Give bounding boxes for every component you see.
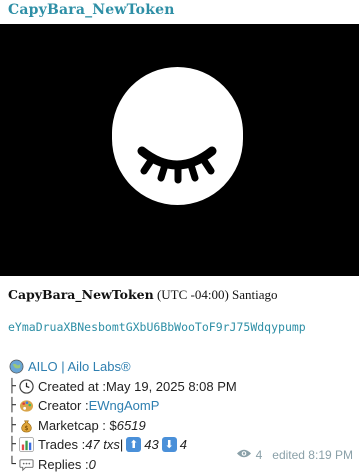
sleeping-face-logo — [112, 67, 243, 205]
view-count: 4 — [256, 448, 263, 462]
tree-branch: ├ — [8, 379, 18, 394]
trades-count: 47 txs — [85, 437, 120, 452]
post-heading: CapyBara_NewToken (UTC -04:00) Santiago — [8, 287, 278, 303]
palette-icon — [18, 398, 34, 414]
creator-label: Creator : — [38, 398, 89, 413]
token-address[interactable]: eYmaDruaXBNesbomtGXbU6BbWooToF9rJ75Wdqyp… — [8, 320, 306, 334]
edited-time: edited 8:19 PM — [272, 448, 353, 462]
replies-line: └ Replies : 0 — [8, 455, 237, 474]
speech-bubble-icon — [18, 456, 34, 472]
tree-branch: ├ — [8, 398, 18, 413]
timezone-text: (UTC -04:00) Santiago — [154, 287, 278, 302]
tree-branch: ├ — [8, 418, 18, 433]
created-line: ├ Created at : May 19, 2025 8:08 PM — [8, 377, 237, 397]
eye-icon — [236, 448, 252, 462]
closed-eye-icon — [112, 67, 243, 205]
marketcap-label: Marketcap : $ — [38, 418, 117, 433]
created-label: Created at : — [38, 379, 106, 394]
buys-count: 43 — [144, 437, 158, 452]
trades-separator: | — [120, 437, 123, 452]
down-arrow-icon: ⬇ — [162, 437, 177, 452]
sells-count: 4 — [180, 437, 187, 452]
channel-title[interactable]: CapyBara_NewToken — [8, 2, 175, 18]
trades-line: ├ Trades : 47 txs | ⬆43 ⬇4 — [8, 435, 237, 455]
replies-value: 0 — [89, 457, 96, 472]
token-details: AILO | Ailo Labs® ├ Created at : May 19,… — [8, 357, 237, 474]
clock-icon — [18, 378, 34, 394]
svg-text:$: $ — [24, 424, 28, 432]
marketcap-value: 6519 — [117, 418, 146, 433]
platform-link[interactable]: AILO | Ailo Labs® — [28, 359, 131, 374]
up-arrow-icon: ⬆ — [126, 437, 141, 452]
created-value: May 19, 2025 8:08 PM — [106, 379, 237, 394]
money-bag-icon: $ — [18, 417, 34, 433]
tree-end: └ — [8, 457, 18, 472]
token-name: CapyBara_NewToken — [8, 287, 154, 302]
trades-label: Trades : — [38, 437, 85, 452]
creator-line: ├ Creator : EWngAomP — [8, 396, 237, 416]
marketcap-line: ├ $ Marketcap : $ 6519 — [8, 416, 237, 436]
creator-link[interactable]: EWngAomP — [89, 398, 160, 413]
bar-chart-icon — [18, 437, 34, 453]
tree-branch: ├ — [8, 437, 18, 452]
message-meta: 4 edited 8:19 PM — [236, 448, 353, 462]
platform-line: AILO | Ailo Labs® — [8, 357, 237, 377]
replies-label: Replies : — [38, 457, 89, 472]
globe-icon — [8, 359, 24, 375]
token-image[interactable] — [0, 24, 359, 276]
